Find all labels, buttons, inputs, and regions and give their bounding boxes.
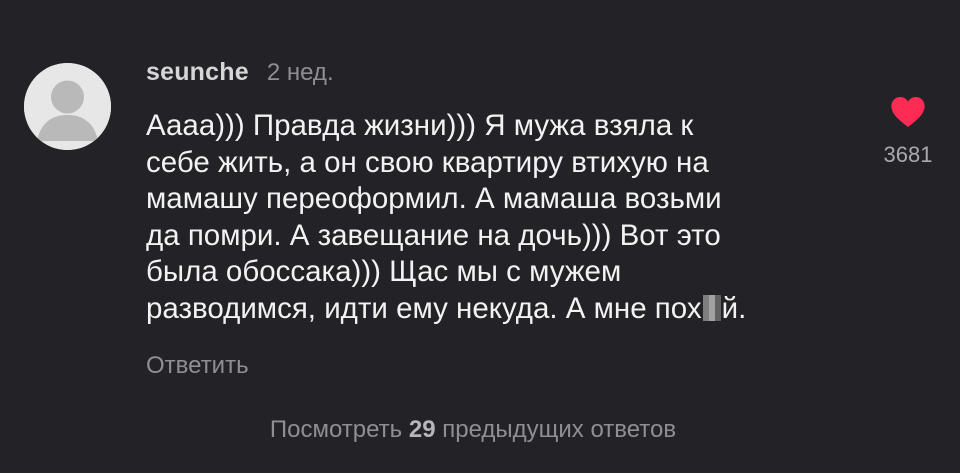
view-replies-prefix: Посмотреть [269, 416, 403, 443]
like-count: 3681 [883, 142, 933, 167]
avatar[interactable] [24, 63, 111, 150]
comment-text-segment: й. [721, 291, 747, 325]
comment-header: seunche 2 нед. [146, 58, 334, 92]
timestamp: 2 нед. [266, 59, 334, 86]
comment-text-line: себе жить, а он свою квартиру втихую на [146, 145, 709, 179]
username[interactable]: seunche [146, 58, 249, 87]
comment-text-line: да помри. А завещание на дочь))) Вот это [146, 218, 721, 252]
comment-text-line: Аааа))) Правда жизни))) Я мужа взяла к [146, 109, 694, 142]
comment-text-segment: разводимся, идти ему некуда. А мне пох [146, 291, 702, 325]
comment-text-line: была обоссака))) Щас мы с мужем [146, 255, 622, 288]
like-button[interactable]: 3681 [868, 96, 948, 168]
view-replies-suffix: предыдущих ответов [442, 416, 677, 443]
view-replies-link[interactable]: Посмотреть 29 предыдущих ответов [0, 416, 946, 444]
default-avatar-icon [24, 63, 111, 150]
comment-text-line-last: разводимся, идти ему некуда. А мне пох й. [146, 291, 846, 328]
reply-button[interactable]: Ответить [146, 352, 249, 380]
censor-pixelation [702, 294, 721, 321]
comment-text: Аааа))) Правда жизни))) Я мужа взяла к с… [146, 108, 846, 327]
comment-text-line: мамашу переоформил. А мамаша возьми [146, 182, 722, 215]
view-replies-count: 29 [408, 416, 436, 443]
comment-item: seunche 2 нед. Аааа))) Правда жизни))) Я… [0, 0, 960, 473]
heart-icon[interactable] [890, 96, 926, 128]
